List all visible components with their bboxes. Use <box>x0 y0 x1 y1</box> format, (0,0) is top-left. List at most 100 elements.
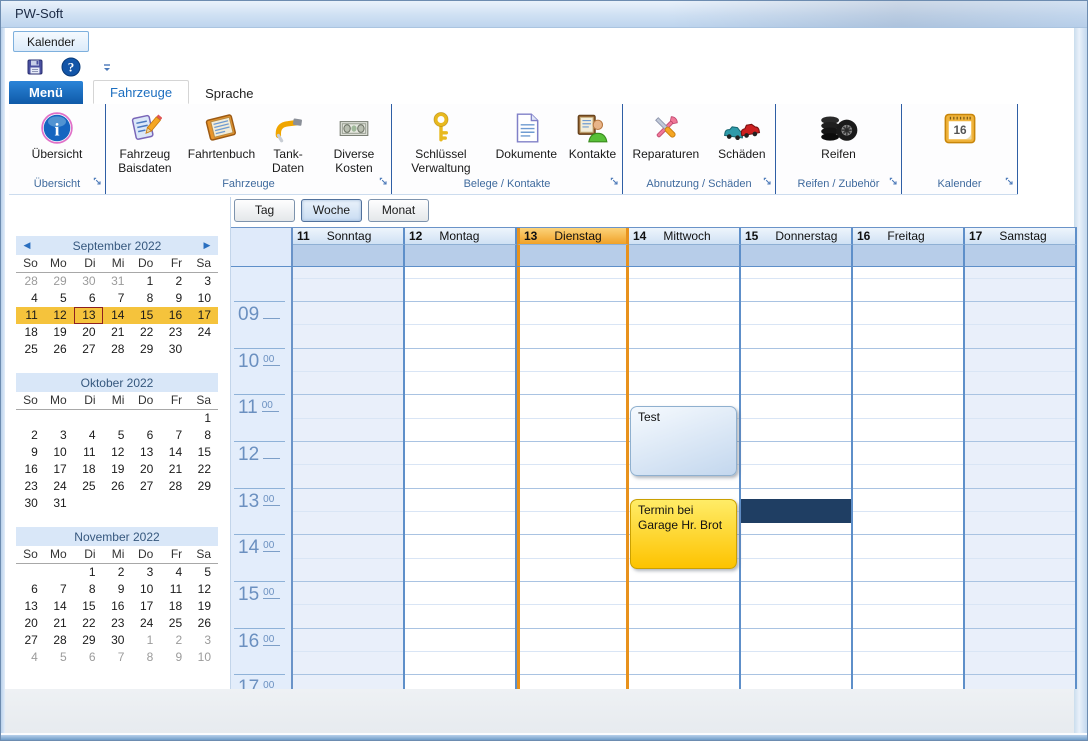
day-header-freitag[interactable]: 16Freitag <box>853 228 965 245</box>
mini-calendar-date[interactable]: 28 <box>160 478 189 495</box>
ribbon-button-reifen[interactable]: Reifen <box>815 108 863 163</box>
allday-cell-mittwoch[interactable] <box>629 245 741 266</box>
mini-calendar-date[interactable]: 4 <box>16 290 45 307</box>
mini-calendar-date[interactable]: 30 <box>16 495 45 512</box>
mini-calendar-date[interactable]: 11 <box>160 581 189 598</box>
mini-calendar-date[interactable]: 22 <box>131 324 160 341</box>
allday-cell-montag[interactable] <box>405 245 517 266</box>
mini-calendar-date[interactable]: 13 <box>16 598 45 615</box>
mini-calendar-date[interactable]: 12 <box>45 307 74 324</box>
ribbon-button-schaden[interactable]: Schäden <box>714 108 769 163</box>
mini-calendar-date[interactable]: 29 <box>45 273 74 290</box>
ribbon-button-schlussel-verwaltung[interactable]: Schlüssel Verwaltung <box>394 108 488 177</box>
mini-calendar-date[interactable]: 18 <box>16 324 45 341</box>
mini-calendar-date[interactable]: 7 <box>103 290 132 307</box>
mini-calendar-date[interactable]: 27 <box>16 632 45 649</box>
mini-calendar-date[interactable]: 19 <box>103 461 132 478</box>
dialog-launcher-icon[interactable] <box>93 176 102 191</box>
day-column-freitag[interactable] <box>853 267 965 689</box>
mini-calendar-date[interactable]: 20 <box>74 324 103 341</box>
mini-calendar-date[interactable]: 1 <box>131 273 160 290</box>
mini-calendar-date[interactable]: 16 <box>160 307 189 324</box>
titlebar[interactable]: PW-Soft <box>1 1 1087 28</box>
mini-calendar-date[interactable]: 15 <box>131 307 160 324</box>
mini-calendar-date[interactable]: 7 <box>103 649 132 666</box>
day-column-donnerstag[interactable] <box>741 267 853 689</box>
mini-calendar-date[interactable]: 17 <box>189 307 218 324</box>
mini-calendar-date[interactable]: 4 <box>74 427 103 444</box>
mini-calendar-date[interactable]: 16 <box>103 598 132 615</box>
view-button-woche[interactable]: Woche <box>301 199 362 222</box>
mini-calendar-date[interactable]: 30 <box>160 341 189 358</box>
mini-calendar-date[interactable]: 16 <box>16 461 45 478</box>
mini-calendar-date[interactable]: 11 <box>16 307 45 324</box>
next-month-icon[interactable]: ▶ <box>196 240 218 251</box>
view-button-tag[interactable]: Tag <box>234 199 295 222</box>
view-button-monat[interactable]: Monat <box>368 199 429 222</box>
mini-calendar-date[interactable]: 9 <box>103 581 132 598</box>
ribbon-button-kontakte[interactable]: Kontakte <box>565 108 620 163</box>
mini-calendar-date[interactable]: 2 <box>160 632 189 649</box>
mini-calendar-date[interactable]: 13 <box>74 307 103 324</box>
mini-calendar-date[interactable]: 17 <box>45 461 74 478</box>
mini-calendar-date[interactable]: 29 <box>131 341 160 358</box>
ribbon-button-fahrtenbuch[interactable]: Fahrtenbuch <box>184 108 259 163</box>
mini-calendar-date[interactable]: 9 <box>16 444 45 461</box>
mini-calendar-date[interactable]: 5 <box>189 564 218 581</box>
mini-calendar-date[interactable]: 23 <box>16 478 45 495</box>
mini-calendar-date[interactable]: 10 <box>131 581 160 598</box>
day-column-sonntag[interactable] <box>293 267 405 689</box>
mini-calendar-date[interactable]: 10 <box>189 649 218 666</box>
mini-calendar-date[interactable]: 21 <box>103 324 132 341</box>
mini-calendar-date[interactable]: 9 <box>160 290 189 307</box>
mini-calendar-date[interactable]: 30 <box>103 632 132 649</box>
dialog-launcher-icon[interactable] <box>1005 176 1014 191</box>
ribbon-button-tank-daten[interactable]: Tank-Daten <box>259 108 317 177</box>
ribbon-button-diverse-kosten[interactable]: Diverse Kosten <box>317 108 391 177</box>
mini-calendar-date[interactable]: 1 <box>131 632 160 649</box>
mini-calendar-date[interactable]: 7 <box>160 427 189 444</box>
mini-calendar-date[interactable]: 1 <box>189 410 218 427</box>
mini-calendar-date[interactable]: 25 <box>74 478 103 495</box>
mini-calendar-date[interactable]: 8 <box>74 581 103 598</box>
mini-calendar-date[interactable]: 2 <box>16 427 45 444</box>
ribbon-tab-fahrzeuge[interactable]: Fahrzeuge <box>93 80 189 104</box>
mini-calendar-date[interactable]: 13 <box>131 444 160 461</box>
mini-calendar-date[interactable]: 7 <box>45 581 74 598</box>
mini-calendar-date[interactable]: 31 <box>103 273 132 290</box>
allday-cell-dienstag[interactable] <box>517 245 629 266</box>
dialog-launcher-icon[interactable] <box>763 176 772 191</box>
qat-customize-button[interactable] <box>95 57 119 81</box>
mini-calendar-date[interactable]: 31 <box>45 495 74 512</box>
mini-calendar-date[interactable]: 6 <box>74 290 103 307</box>
dialog-launcher-icon[interactable] <box>379 176 388 191</box>
mini-calendar-date[interactable]: 3 <box>131 564 160 581</box>
mini-calendar-date[interactable]: 15 <box>74 598 103 615</box>
mini-calendar-date[interactable]: 2 <box>103 564 132 581</box>
day-header-donnerstag[interactable]: 15Donnerstag <box>741 228 853 245</box>
mini-calendar-date[interactable]: 27 <box>131 478 160 495</box>
day-header-sonntag[interactable]: 11Sonntag <box>293 228 405 245</box>
mini-calendar-date[interactable]: 20 <box>131 461 160 478</box>
mini-calendar-date[interactable]: 26 <box>103 478 132 495</box>
appointment-termin-bei-garage-hr-brot[interactable]: Termin bei Garage Hr. Brot <box>630 499 737 569</box>
day-column-mittwoch[interactable]: Test Termin bei Garage Hr. Brot <box>629 267 741 689</box>
ribbon-tab-menu[interactable]: Menü <box>9 81 83 104</box>
day-header-dienstag[interactable]: 13Dienstag <box>517 228 629 245</box>
mini-calendar-date[interactable]: 28 <box>16 273 45 290</box>
mini-calendar-date[interactable]: 25 <box>160 615 189 632</box>
mini-calendar-date[interactable]: 15 <box>189 444 218 461</box>
mini-calendar-date[interactable]: 6 <box>74 649 103 666</box>
allday-cell-donnerstag[interactable] <box>741 245 853 266</box>
mini-calendar-date[interactable]: 17 <box>131 598 160 615</box>
mini-calendar-date[interactable]: 5 <box>45 649 74 666</box>
mini-calendar-date[interactable]: 19 <box>189 598 218 615</box>
day-column-montag[interactable] <box>405 267 517 689</box>
appointment-test[interactable]: Test <box>630 406 737 476</box>
mini-calendar-date[interactable]: 25 <box>16 341 45 358</box>
dialog-launcher-icon[interactable] <box>610 176 619 191</box>
mini-calendar-date[interactable]: 10 <box>45 444 74 461</box>
mini-calendar-date[interactable]: 14 <box>103 307 132 324</box>
mini-calendar-date[interactable]: 28 <box>103 341 132 358</box>
mini-calendar-date[interactable]: 24 <box>189 324 218 341</box>
